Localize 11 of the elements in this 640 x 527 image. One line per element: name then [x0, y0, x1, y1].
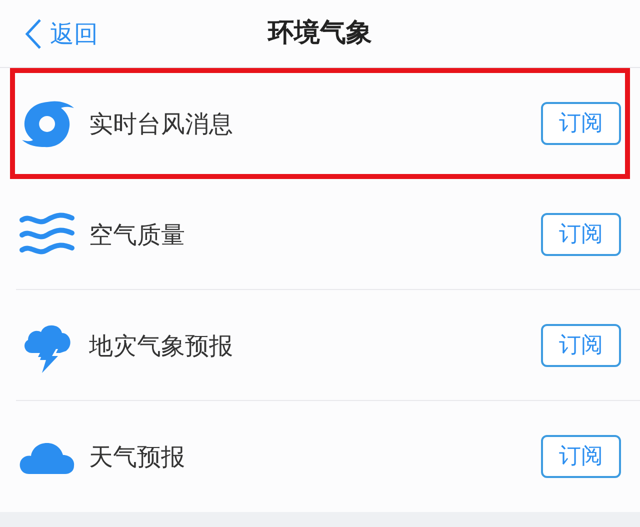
back-button[interactable]: 返回: [24, 16, 98, 52]
item-label: 天气预报: [89, 442, 186, 472]
subscribe-button[interactable]: 订阅: [541, 102, 621, 145]
item-label: 空气质量: [89, 220, 186, 250]
page-title: 环境气象: [268, 17, 372, 50]
subscribe-button[interactable]: 订阅: [541, 213, 621, 256]
subscribe-button[interactable]: 订阅: [541, 324, 621, 367]
back-icon: [24, 18, 42, 50]
subscribe-button[interactable]: 订阅: [541, 435, 621, 478]
item-label: 实时台风消息: [89, 108, 234, 140]
item-label: 地灾气象预报: [89, 330, 234, 362]
